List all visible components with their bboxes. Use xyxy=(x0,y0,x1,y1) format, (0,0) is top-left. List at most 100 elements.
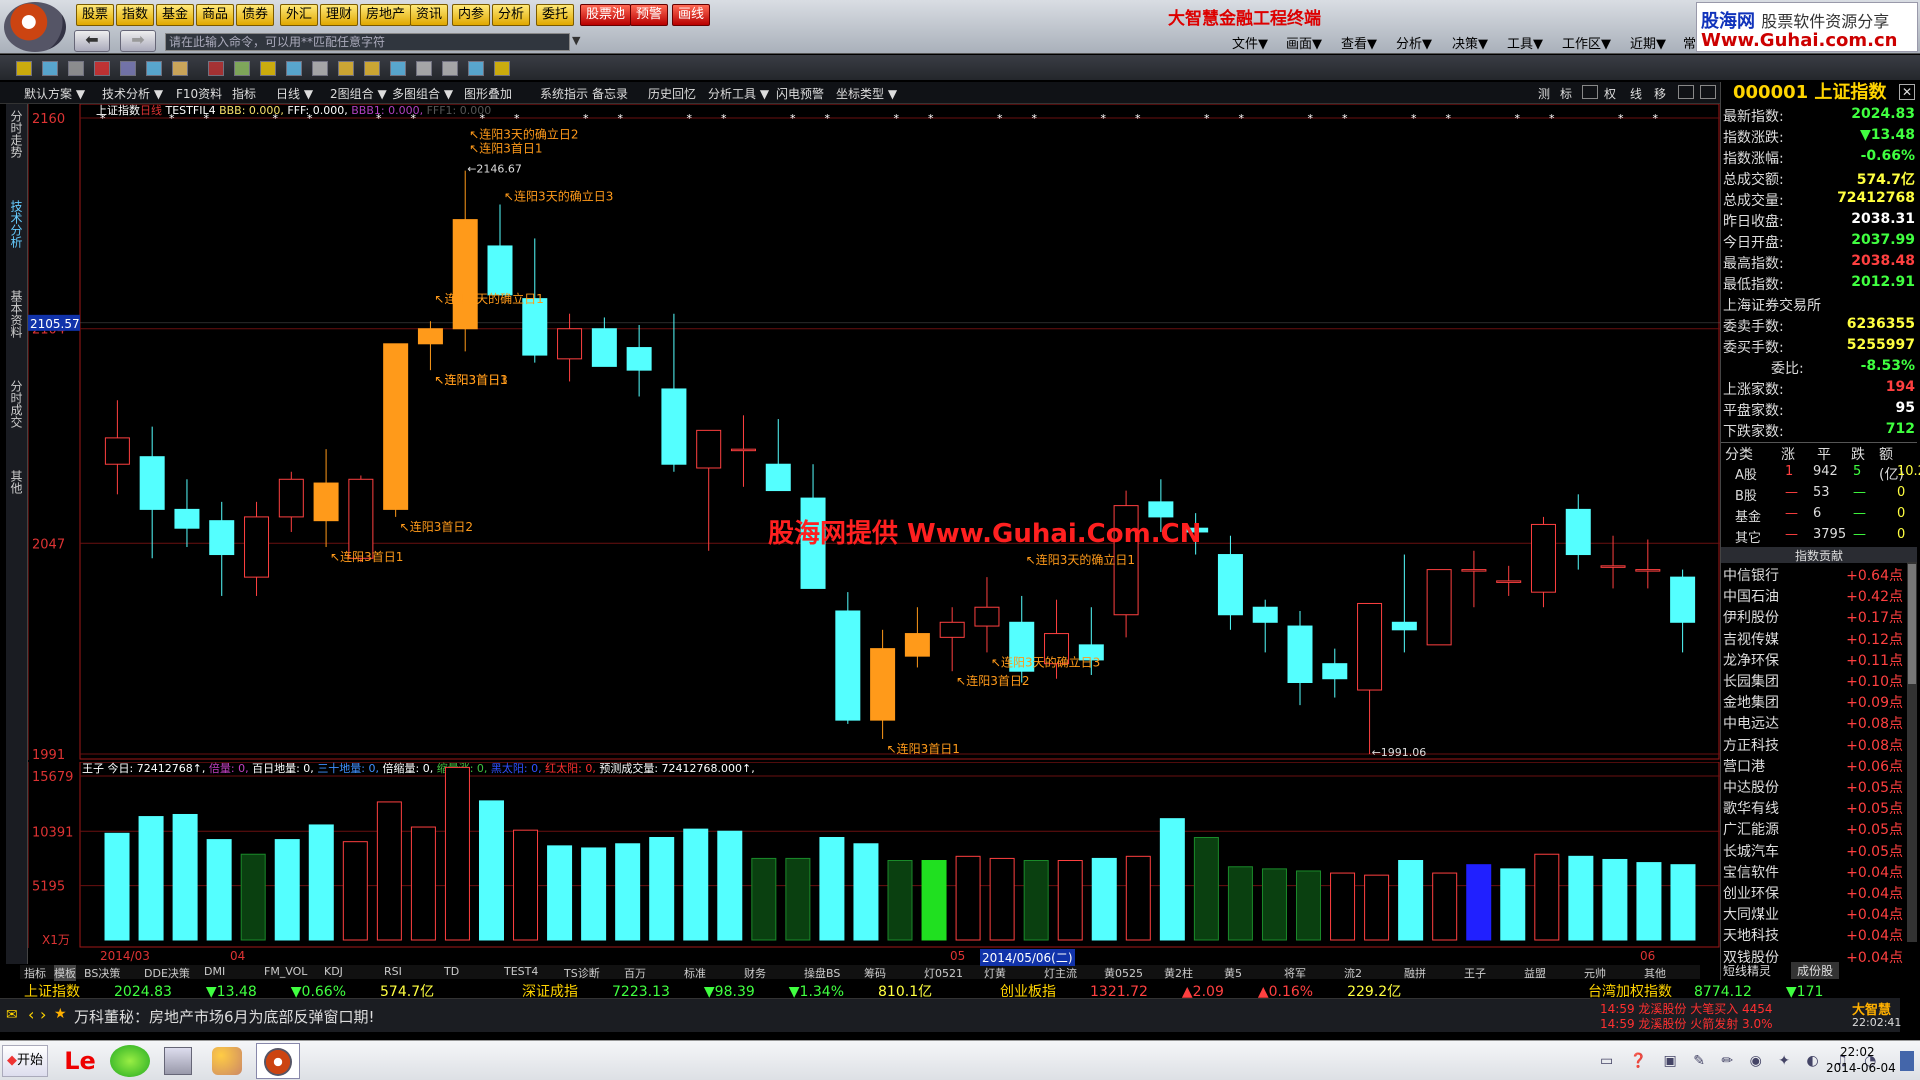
dzh-taskbar-icon[interactable] xyxy=(256,1043,300,1079)
volume-bar-31[interactable] xyxy=(1159,818,1185,941)
indicator-tab-26[interactable]: 益盟 xyxy=(1524,965,1546,981)
volume-bar-45[interactable] xyxy=(1636,862,1662,941)
volume-bar-17[interactable] xyxy=(683,828,709,941)
tab-6[interactable]: 多图组合 ▼ xyxy=(392,85,453,102)
contrib-row-8[interactable]: 方正科技 +0.08点 xyxy=(1721,735,1917,756)
indicator-tab-5[interactable]: FM_VOL xyxy=(264,965,307,978)
candle-10[interactable] xyxy=(452,170,478,352)
top-btn-11[interactable]: 委托 xyxy=(536,4,575,26)
indicator-tab-0[interactable]: 指标 xyxy=(24,965,46,981)
toolbar-icon-13[interactable] xyxy=(364,61,380,76)
volume-bar-43[interactable] xyxy=(1568,855,1594,941)
toolbar-icon-9[interactable] xyxy=(260,61,276,76)
volume-bar-42[interactable] xyxy=(1534,853,1560,941)
menu-item-6[interactable]: 工作区▼ xyxy=(1562,33,1611,52)
menu-item-4[interactable]: 决策▼ xyxy=(1452,33,1488,52)
contrib-row-17[interactable]: 天地科技 +0.04点 xyxy=(1721,925,1917,946)
volume-bar-19[interactable] xyxy=(751,857,777,941)
indicator-tab-21[interactable]: 黄5 xyxy=(1224,965,1242,981)
indicator-tab-8[interactable]: TD xyxy=(444,965,459,978)
tab-3[interactable]: 指标 xyxy=(232,85,256,102)
volume-bar-36[interactable] xyxy=(1330,872,1356,941)
tab-7[interactable]: 图形叠加 xyxy=(464,85,512,102)
volume-bar-27[interactable] xyxy=(1023,860,1049,941)
candlestick-chart[interactable]: 2160210420471991上证指数日线 TESTFIL4 BBB: 0.0… xyxy=(27,103,1728,763)
indicator-tab-12[interactable]: 标准 xyxy=(684,965,706,981)
candle-35[interactable] xyxy=(1322,648,1348,698)
candle-3[interactable] xyxy=(209,501,235,596)
indicator-tab-15[interactable]: 筹码 xyxy=(864,965,886,981)
top-btn-9[interactable]: 内参 xyxy=(452,4,491,26)
contrib-row-3[interactable]: 吉视传媒 +0.12点 xyxy=(1721,629,1917,650)
candle-18[interactable] xyxy=(730,415,756,487)
volume-bar-39[interactable] xyxy=(1432,872,1458,941)
news-prev-icon[interactable]: ‹ xyxy=(28,1005,34,1024)
forward-button[interactable]: ➡ xyxy=(120,30,156,52)
contrib-row-5[interactable]: 长园集团 +0.10点 xyxy=(1721,671,1917,692)
volume-bar-35[interactable] xyxy=(1296,870,1322,941)
volume-bar-25[interactable] xyxy=(955,855,981,941)
indicator-tab-23[interactable]: 流2 xyxy=(1344,965,1362,981)
top-btn-2[interactable]: 基金 xyxy=(156,4,195,26)
candle-2[interactable] xyxy=(174,479,200,548)
tab-10[interactable]: 历史回忆 xyxy=(648,85,696,102)
calculator-icon[interactable] xyxy=(164,1047,192,1075)
candle-14[interactable] xyxy=(591,317,617,367)
contrib-row-1[interactable]: 中国石油 +0.42点 xyxy=(1721,586,1917,607)
tab-right-3[interactable]: 权 xyxy=(1604,85,1620,101)
top-btn-3[interactable]: 商品 xyxy=(196,4,235,26)
app-logo[interactable] xyxy=(4,2,66,52)
vtab-2[interactable]: 基本资料 xyxy=(9,290,25,338)
contrib-row-2[interactable]: 伊利股份 +0.17点 xyxy=(1721,607,1917,628)
candle-45[interactable] xyxy=(1670,569,1696,653)
top-red-btn-1[interactable]: 预警 xyxy=(630,4,669,26)
toolbar-icon-15[interactable] xyxy=(416,61,432,76)
toolbar-icon-3[interactable] xyxy=(94,61,110,76)
candle-5[interactable] xyxy=(278,471,304,532)
volume-bar-18[interactable] xyxy=(717,830,743,941)
candle-44[interactable] xyxy=(1635,539,1661,589)
tab-0[interactable]: 默认方案 ▼ xyxy=(24,85,85,102)
toolbar-icon-1[interactable] xyxy=(42,61,58,76)
menu-item-7[interactable]: 近期▼ xyxy=(1630,33,1666,52)
indicator-tab-4[interactable]: DMI xyxy=(204,965,225,978)
top-btn-7[interactable]: 房地产 xyxy=(360,4,412,26)
top-btn-8[interactable]: 资讯 xyxy=(410,4,449,26)
volume-bar-28[interactable] xyxy=(1057,860,1083,941)
alert-line-2[interactable]: 14:59 龙溪股份 火箭发射 3.0% xyxy=(1600,1015,1773,1032)
menu-item-3[interactable]: 分析▼ xyxy=(1396,33,1432,52)
tab-short-elf[interactable]: 短线精灵 xyxy=(1723,962,1771,979)
candle-11[interactable] xyxy=(487,204,513,296)
volume-bar-41[interactable] xyxy=(1500,868,1526,941)
indicator-tab-3[interactable]: DDE决策 xyxy=(144,965,190,981)
indicator-tab-13[interactable]: 财务 xyxy=(744,965,766,981)
tab-components[interactable]: 成份股 xyxy=(1791,962,1840,979)
toolbar-icon-18[interactable] xyxy=(494,61,510,76)
contrib-scroll-thumb[interactable] xyxy=(1908,564,1916,684)
indicator-tab-14[interactable]: 操盘BS xyxy=(804,965,840,981)
tab-right-7[interactable] xyxy=(1700,85,1716,99)
volume-bar-13[interactable] xyxy=(547,845,573,941)
tab-right-0[interactable]: 测 xyxy=(1538,85,1554,101)
candle-21[interactable] xyxy=(835,592,861,724)
news-headline[interactable]: 万科董秘：房地产市场6月为底部反弹窗口期! xyxy=(74,1006,375,1027)
vtab-1[interactable]: 技术分析 xyxy=(9,200,25,248)
toolbar-icon-17[interactable] xyxy=(468,61,484,76)
volume-bar-26[interactable] xyxy=(989,857,1015,941)
indicator-tab-9[interactable]: TEST4 xyxy=(504,965,538,978)
command-input[interactable]: 请在此输入命令，可以用**匹配任意字符 xyxy=(165,33,570,51)
toolbar-icon-6[interactable] xyxy=(172,61,188,76)
volume-bar-7[interactable] xyxy=(342,841,368,941)
volume-bar-24[interactable] xyxy=(921,860,947,941)
indicator-tab-18[interactable]: 灯主流 xyxy=(1044,965,1077,981)
toolbar-icon-16[interactable] xyxy=(442,61,458,76)
menu-item-5[interactable]: 工具▼ xyxy=(1507,33,1543,52)
contrib-row-10[interactable]: 中达股份 +0.05点 xyxy=(1721,777,1917,798)
browser-icon[interactable] xyxy=(110,1045,150,1077)
volume-bar-0[interactable] xyxy=(104,832,130,941)
tab-right-2[interactable] xyxy=(1582,85,1598,99)
volume-bar-3[interactable] xyxy=(206,839,232,941)
tray-clock[interactable]: 22:02 xyxy=(1840,1045,1875,1059)
volume-bar-29[interactable] xyxy=(1091,857,1117,941)
volume-bar-11[interactable] xyxy=(478,800,504,941)
